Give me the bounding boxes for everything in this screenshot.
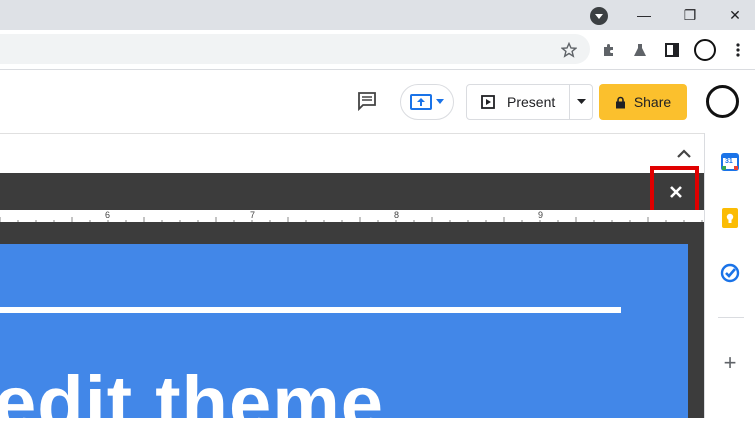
slide-title-text[interactable]: edit theme — [0, 360, 384, 447]
upload-screen-icon — [410, 94, 432, 110]
labs-flask-icon[interactable] — [626, 36, 654, 64]
ruler: 6 7 8 9 — [0, 210, 704, 223]
comments-icon[interactable] — [356, 90, 378, 117]
editor-dark-bar — [0, 173, 704, 210]
bookmark-star-icon[interactable] — [555, 36, 583, 64]
play-icon — [481, 95, 495, 109]
tasks-icon[interactable] — [719, 262, 741, 284]
calendar-day-label: 31 — [725, 158, 733, 165]
collapse-menus-icon[interactable] — [677, 146, 691, 164]
lock-icon — [615, 96, 625, 108]
highlight-box — [650, 166, 699, 214]
extensions-icon[interactable] — [595, 36, 623, 64]
tab-search-icon[interactable] — [590, 7, 608, 25]
meet-present-button[interactable] — [400, 84, 454, 120]
restore-button[interactable]: ❐ — [670, 0, 710, 30]
menu-kebab-icon[interactable] — [724, 36, 752, 64]
present-button-group: Present — [466, 84, 593, 120]
add-addon-button[interactable]: + — [719, 350, 741, 375]
menu-bar-area — [0, 133, 704, 173]
profile-avatar[interactable] — [694, 39, 716, 61]
ruler-label: 6 — [105, 210, 111, 220]
ruler-label: 9 — [538, 210, 544, 220]
side-panel-divider — [718, 317, 744, 318]
chevron-down-icon — [436, 99, 444, 104]
present-button[interactable]: Present — [467, 85, 571, 119]
keep-icon[interactable] — [719, 207, 741, 229]
slides-toolbar: Present Share — [0, 69, 755, 133]
chevron-down-icon — [576, 99, 586, 104]
present-options-dropdown[interactable] — [570, 85, 592, 119]
omnibox[interactable] — [0, 34, 590, 64]
ruler-label: 7 — [250, 210, 256, 220]
minimize-button[interactable]: — — [624, 0, 664, 30]
window-close-button[interactable]: ✕ — [715, 0, 755, 30]
account-avatar[interactable] — [706, 85, 739, 118]
present-label: Present — [507, 94, 556, 110]
slide-divider-line[interactable] — [0, 307, 621, 313]
side-panel-icon[interactable] — [658, 36, 686, 64]
ruler-label: 8 — [394, 210, 400, 220]
share-label: Share — [633, 94, 672, 110]
share-button[interactable]: Share — [599, 84, 687, 120]
